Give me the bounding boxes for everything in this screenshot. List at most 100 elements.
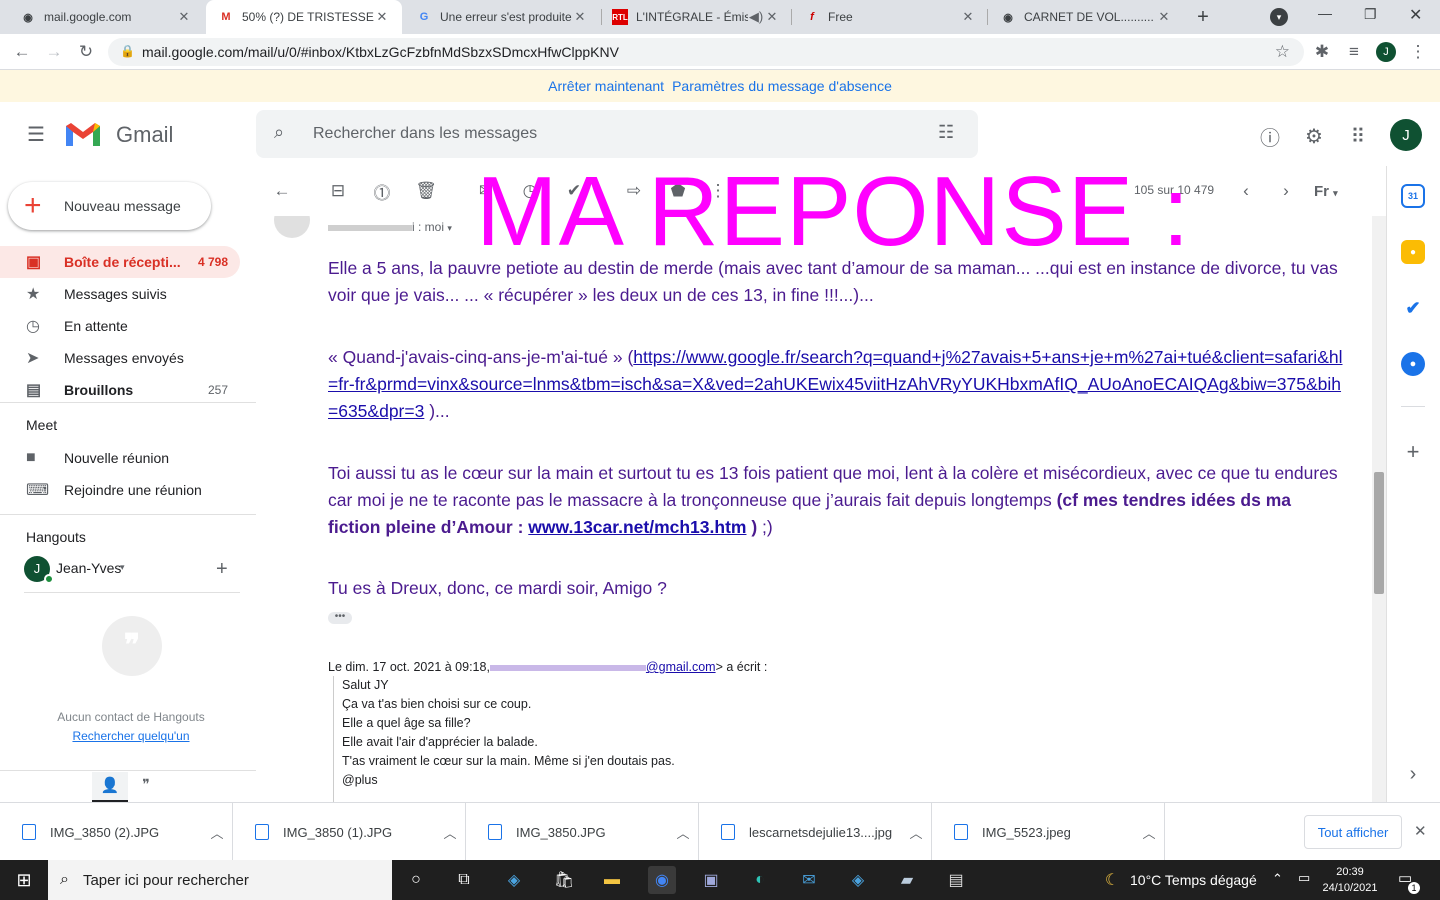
hangouts-chat-icon[interactable]: ❞ <box>134 776 158 793</box>
app-icon[interactable]: ▰ <box>893 866 921 894</box>
snooze-icon[interactable]: ◷ <box>518 179 542 203</box>
close-icon[interactable]: ✕ <box>176 9 192 25</box>
report-spam-icon[interactable]: ⓵ <box>370 179 394 203</box>
download-item[interactable]: IMG_3850 (2).JPG ︿ <box>0 803 233 861</box>
download-item[interactable]: IMG_3850.JPG ︿ <box>466 803 699 861</box>
browser-tab-active[interactable]: M 50% (?) DE TRISTESSE ET ✕ <box>206 0 402 34</box>
browser-tab[interactable]: f Free ✕ <box>792 0 988 34</box>
store-icon[interactable]: 🛍 <box>550 866 578 894</box>
scrollbar-thumb[interactable] <box>1374 472 1384 594</box>
close-downloads-icon[interactable]: ✕ <box>1414 822 1427 840</box>
input-tools-button[interactable]: Fr ▾ <box>1314 183 1338 200</box>
sidebar-item-starred[interactable]: ★ Messages suivis <box>0 278 240 310</box>
add-contact-icon[interactable]: + <box>216 558 228 581</box>
windows-start-icon[interactable]: ⊞ <box>10 866 38 894</box>
weather-text[interactable]: 10°C Temps dégagé <box>1130 872 1257 888</box>
meet-new-meeting[interactable]: ■ Nouvelle réunion <box>0 442 240 474</box>
hangouts-user-name[interactable]: Jean-Yves <box>56 560 121 576</box>
chevron-up-icon[interactable]: ︿ <box>202 823 232 842</box>
close-icon[interactable]: ✕ <box>960 9 976 25</box>
sidebar-item-inbox[interactable]: ▣ Boîte de récepti... 4 798 <box>0 246 240 278</box>
window-close-icon[interactable]: ✕ <box>1409 5 1422 25</box>
email-link[interactable]: @gmail.com <box>646 660 716 674</box>
move-to-icon[interactable]: ⇨ <box>622 179 646 203</box>
reload-icon[interactable]: ↻ <box>74 40 98 64</box>
search-input[interactable]: Rechercher dans les messages <box>313 125 537 143</box>
app-icon[interactable]: ▣ <box>697 866 725 894</box>
message-scrollbar[interactable] <box>1372 216 1386 802</box>
app-icon[interactable]: ◈ <box>500 866 528 894</box>
close-icon[interactable]: ✕ <box>1156 9 1172 25</box>
clock[interactable]: 20:39 24/10/2021 <box>1322 864 1378 896</box>
get-addons-icon[interactable]: + <box>1401 439 1425 464</box>
delete-icon[interactable]: 🗑 <box>414 179 438 203</box>
download-item[interactable]: IMG_5523.jpeg ︿ <box>932 803 1165 861</box>
profile-avatar[interactable]: J <box>1376 42 1396 62</box>
add-task-icon[interactable]: ✔ <box>562 179 586 203</box>
contacts-person-icon[interactable]: 👤 <box>92 772 128 802</box>
vacation-settings-link[interactable]: Paramètres du message d'absence <box>672 78 892 94</box>
search-options-icon[interactable]: ☷ <box>938 122 954 143</box>
cortana-icon[interactable]: ○ <box>402 866 430 894</box>
download-item[interactable]: IMG_3850 (1).JPG ︿ <box>233 803 466 861</box>
more-options-icon[interactable]: ⋮ <box>706 179 730 203</box>
calendar-icon[interactable]: 31 <box>1401 184 1425 208</box>
taskbar-search[interactable]: ⌕ Taper ici pour rechercher <box>48 860 392 900</box>
restore-icon[interactable]: ❐ <box>1364 6 1377 23</box>
gmail-logo-icon[interactable] <box>64 120 102 148</box>
close-icon[interactable]: ✕ <box>374 9 390 25</box>
reading-list-icon[interactable]: ≡ <box>1342 40 1366 64</box>
taskbar-search-input[interactable]: Taper ici pour rechercher <box>83 872 249 889</box>
apps-grid-icon[interactable]: ⠿ <box>1344 122 1372 150</box>
minimize-icon[interactable]: — <box>1318 5 1332 21</box>
mark-unread-icon[interactable]: ✉ <box>474 179 498 203</box>
network-icon[interactable]: ▭ <box>1298 870 1310 886</box>
main-menu-icon[interactable]: ☰ <box>22 120 50 148</box>
sidebar-item-sent[interactable]: ➤ Messages envoyés <box>0 342 240 374</box>
url-field[interactable]: 🔒 mail.google.com/mail/u/0/#inbox/KtbxLz… <box>108 38 1304 66</box>
help-icon[interactable]: ⓘ <box>1256 122 1284 150</box>
contacts-icon[interactable]: ● <box>1401 352 1425 376</box>
tab-search-icon[interactable]: ▾ <box>1270 8 1288 26</box>
notepad-icon[interactable]: ▤ <box>942 866 970 894</box>
search-icon[interactable]: ⌕ <box>274 122 284 143</box>
browser-tab[interactable]: RTL L'INTÉGRALE - Émiss ◀) ✕ <box>600 0 792 34</box>
sidebar-item-snoozed[interactable]: ◷ En attente <box>0 310 240 342</box>
chevron-up-icon[interactable]: ︿ <box>1134 823 1164 842</box>
chevron-up-icon[interactable]: ︿ <box>435 823 465 842</box>
search-bar[interactable]: ⌕ Rechercher dans les messages ☷ <box>256 110 978 158</box>
new-tab-button[interactable]: + <box>1192 6 1214 28</box>
back-icon[interactable]: ← <box>10 40 34 64</box>
tasks-icon[interactable]: ✔ <box>1401 296 1425 320</box>
settings-gear-icon[interactable]: ⚙ <box>1300 122 1328 150</box>
chevron-up-icon[interactable]: ︿ <box>668 823 698 842</box>
file-explorer-icon[interactable]: ▬ <box>598 866 626 894</box>
label-icon[interactable]: ⬟ <box>666 179 690 203</box>
recipient-line[interactable]: i : moi ▾ <box>328 220 452 234</box>
bookmark-star-icon[interactable]: ☆ <box>1275 42 1290 62</box>
app-icon[interactable]: ◈ <box>844 866 872 894</box>
find-someone-link[interactable]: Rechercher quelqu'un <box>0 729 262 743</box>
chrome-menu-icon[interactable]: ⋮ <box>1406 40 1430 64</box>
site-link[interactable]: www.13car.net/mch13.htm <box>528 517 746 537</box>
forward-icon[interactable]: → <box>42 40 66 64</box>
download-item[interactable]: lescarnetsdejulie13....jpg ︿ <box>699 803 932 861</box>
show-trimmed-content-button[interactable]: ••• <box>328 612 352 624</box>
browser-tab[interactable]: ◉ CARNET DE VOL.......... ✕ <box>988 0 1184 34</box>
tray-chevron-icon[interactable]: ⌃ <box>1272 871 1283 887</box>
account-avatar[interactable]: J <box>1390 119 1422 151</box>
caret-down-icon[interactable]: ▾ <box>120 562 125 573</box>
keep-icon[interactable]: ● <box>1401 240 1425 264</box>
browser-tab[interactable]: G Une erreur s'est produite ✕ <box>404 0 600 34</box>
task-view-icon[interactable]: ⧉ <box>450 866 478 894</box>
back-to-inbox-icon[interactable]: ← <box>270 179 294 203</box>
sender-avatar[interactable] <box>274 216 310 238</box>
show-panel-chevron-icon[interactable]: › <box>1401 762 1425 786</box>
speaker-icon[interactable]: ◀) <box>748 9 764 25</box>
lock-icon[interactable]: 🔒 <box>120 44 135 58</box>
chevron-up-icon[interactable]: ︿ <box>901 823 931 842</box>
edge-icon[interactable]: ◐ <box>746 866 774 894</box>
meet-join-meeting[interactable]: ⌨ Rejoindre une réunion <box>0 474 240 506</box>
close-icon[interactable]: ✕ <box>572 9 588 25</box>
newer-chevron-icon[interactable]: › <box>1274 179 1298 203</box>
